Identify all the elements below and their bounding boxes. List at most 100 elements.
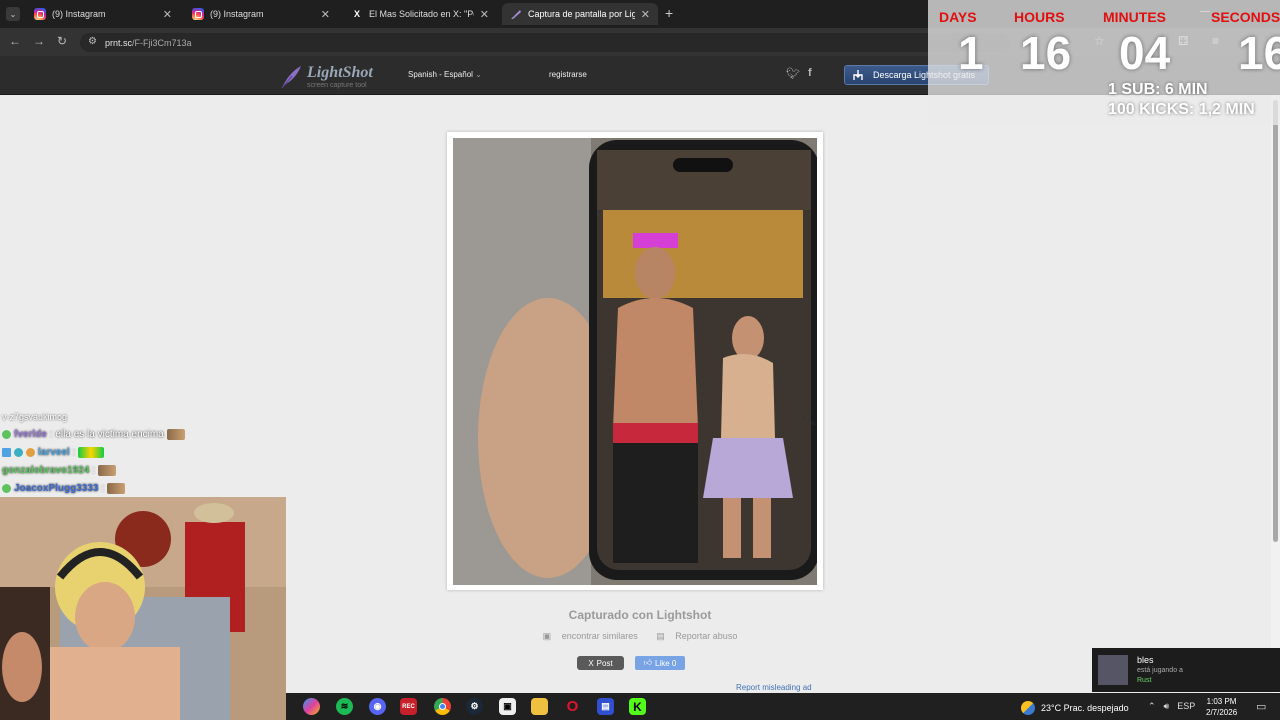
lightshot-icon (510, 8, 522, 20)
notifications-icon[interactable]: ▭ (1256, 700, 1266, 713)
spotify-icon[interactable]: ≋ (336, 698, 353, 715)
system-tray: ⌃ 🔊︎ ESP (1148, 701, 1195, 712)
chat-username: gonzalobravo1924 (2, 465, 90, 476)
close-tab-icon[interactable]: ✕ (641, 8, 650, 21)
subathon-timer: DAYS HOURS MINUTES SECONDS 1 16 04 16 1 … (928, 0, 1280, 125)
report-misleading-ad-link[interactable]: Report misleading ad (736, 683, 812, 692)
emote-icon (78, 447, 105, 458)
close-tab-icon[interactable]: ✕ (163, 8, 172, 21)
weather-label: 23°C Prac. despejado (1041, 703, 1129, 713)
tab-lightshot[interactable]: Captura de pantalla por Lightsh ✕ (502, 3, 658, 25)
register-link[interactable]: registrarse (549, 70, 587, 79)
timer-rule-sub: 1 SUB: 6 MIN (1108, 81, 1208, 98)
url-path: /F-Fji3Cm713a (132, 37, 192, 48)
new-tab-button[interactable]: + (665, 5, 673, 21)
x-icon: X (588, 658, 594, 668)
app-icon[interactable]: ▤ (597, 698, 614, 715)
chat-message: gonzalobravo1924 : (2, 463, 117, 478)
find-similar-link[interactable]: ▣ encontrar similares (539, 631, 642, 641)
thumbs-up-icon: 👍︎ (643, 658, 652, 667)
download-cloud-icon (853, 70, 863, 80)
input-language[interactable]: ESP (1177, 701, 1195, 712)
chevron-up-icon[interactable]: ⌃ (1148, 701, 1156, 712)
notification-status: está jugando a (1137, 667, 1183, 674)
tab-title: (9) Instagram (210, 9, 264, 19)
game-activity-notification[interactable]: bles está jugando a Rust (1092, 648, 1280, 692)
webcam-illustration (0, 497, 286, 720)
chat-message: JoacoxPlugg3333 : (2, 481, 126, 496)
timer-value-days: 1 (958, 27, 984, 79)
badge-icon (26, 448, 35, 457)
volume-icon[interactable]: 🔊︎ (1164, 701, 1170, 712)
chat-text: : (72, 447, 76, 458)
steam-icon[interactable]: ⚙ (466, 698, 483, 715)
clock-time: 1:03 PM (1206, 697, 1237, 706)
windows-taskbar: ≋ ◉ REC ⚙ ▣ O ▤ K 23°C Prac. despejado ⌃… (286, 693, 1280, 720)
app-icon[interactable]: ▣ (499, 698, 516, 715)
instagram-icon (192, 8, 204, 20)
badge-icon (2, 430, 11, 439)
site-info-icon[interactable]: ⚙ (88, 36, 97, 47)
report-abuse-link[interactable]: ▤ Reportar abuso (652, 631, 741, 641)
avatar (1098, 655, 1128, 685)
chat-message: fverlde : ella es la victima encima (2, 427, 185, 442)
emote-icon (107, 483, 126, 494)
timer-label-seconds: SECONDS (1211, 9, 1280, 25)
close-tab-icon[interactable]: ✕ (321, 8, 330, 21)
forward-arrow-icon[interactable]: → (33, 34, 45, 48)
back-arrow-icon[interactable]: ← (9, 34, 21, 48)
find-similar-label: encontrar similares (561, 631, 638, 641)
clock-date: 2/7/2026 (1206, 708, 1238, 717)
timer-label-days: DAYS (939, 9, 977, 25)
kick-icon[interactable]: K (629, 698, 646, 715)
tab-search-icon[interactable]: ⌄ (6, 7, 20, 21)
language-selector[interactable]: Spanish - Español ⌄ (408, 70, 482, 79)
notification-name: bles (1137, 655, 1154, 665)
close-tab-icon[interactable]: ✕ (480, 8, 489, 21)
badge-icon (2, 484, 11, 493)
chat-text: : ella es la victima encima (49, 429, 164, 440)
opera-icon[interactable]: O (564, 698, 581, 715)
discord-icon[interactable]: ◉ (369, 698, 386, 715)
screenshot-image[interactable] (453, 138, 817, 585)
chat-message: larveel : (2, 445, 105, 460)
logo-name: LightShot (307, 64, 373, 81)
chevron-down-icon: ⌄ (475, 70, 482, 79)
tab-title: El Mas Solicitado en X: "Pedofi (369, 9, 474, 19)
obs-icon[interactable]: REC (400, 698, 417, 715)
timer-label-minutes: MINUTES (1103, 9, 1166, 25)
photo-illustration (453, 138, 817, 585)
chat-username: JoacoxPlugg3333 (14, 483, 99, 494)
file-explorer-icon[interactable] (531, 698, 548, 715)
emote-icon (166, 429, 185, 440)
post-label: Post (596, 658, 613, 668)
url-host: prnt.sc (105, 37, 133, 48)
facebook-icon[interactable]: f (808, 67, 812, 80)
language-label: Spanish - Español (408, 70, 473, 79)
facebook-like-button[interactable]: 👍︎ Like 0 (635, 656, 685, 670)
instagram-icon (34, 8, 46, 20)
chat-username: larveel (38, 447, 70, 458)
chat-header: v-z7gsvaukimog (2, 411, 68, 422)
reload-icon[interactable]: ↻ (57, 34, 67, 48)
like-label: Like 0 (655, 658, 677, 668)
logo-tagline: screen capture tool (307, 82, 367, 89)
twitter-icon[interactable]: 🐦︎ (786, 67, 800, 80)
feather-icon (281, 66, 301, 89)
weather-widget[interactable]: 23°C Prac. despejado (1021, 701, 1129, 715)
tab-instagram-1[interactable]: (9) Instagram ✕ (26, 3, 180, 25)
chat-username: fverlde (14, 429, 47, 440)
tab-instagram-2[interactable]: (9) Instagram ✕ (184, 3, 338, 25)
scrollbar-thumb[interactable] (1273, 100, 1278, 542)
clock[interactable]: 1:03 PM 2/7/2026 (1206, 696, 1237, 718)
badge-icon (14, 448, 23, 457)
notification-game: Rust (1137, 677, 1152, 684)
copilot-icon[interactable] (303, 698, 320, 715)
chrome-icon[interactable] (434, 698, 451, 715)
emote-icon (98, 465, 117, 476)
tab-x-post[interactable]: X El Mas Solicitado en X: "Pedofi ✕ (343, 3, 497, 25)
camera-icon: ▣ (542, 631, 552, 641)
url-field[interactable]: ⚙ prnt.sc/F-Fji3Cm713a (80, 33, 1010, 52)
social-links: 🐦︎ f (786, 67, 812, 80)
x-post-button[interactable]: X Post (577, 656, 624, 670)
